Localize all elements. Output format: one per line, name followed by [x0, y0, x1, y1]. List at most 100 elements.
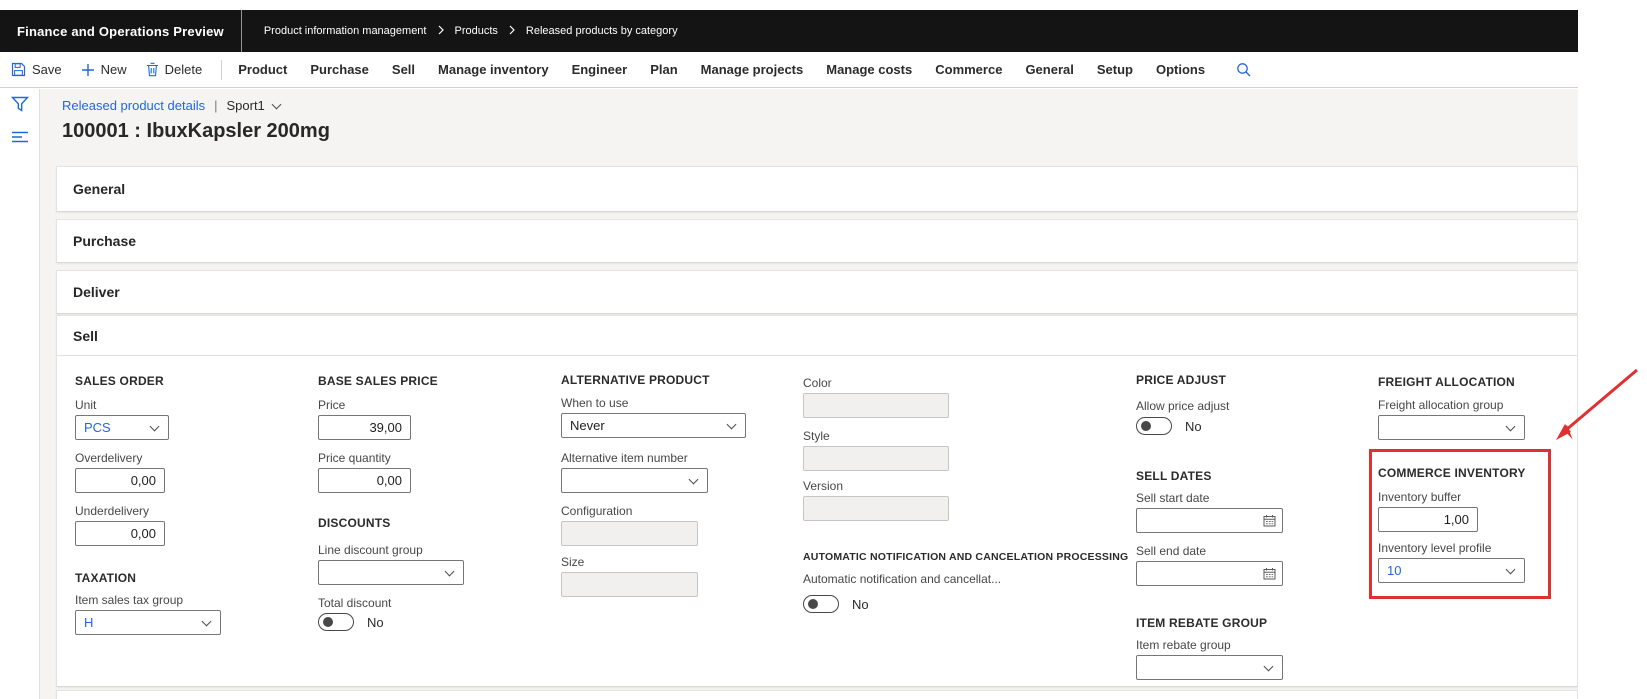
- when-to-use-combobox[interactable]: Never: [561, 413, 746, 438]
- when-to-use-field: When to use Never: [561, 397, 746, 438]
- price-label: Price: [318, 398, 346, 412]
- command-bar-divider: [221, 59, 223, 80]
- app-window: Finance and Operations Preview Product i…: [0, 10, 1578, 699]
- inventory-level-profile-label: Inventory level profile: [1378, 541, 1492, 555]
- sell-start-date-input[interactable]: [1136, 508, 1283, 533]
- allow-price-adjust-value: No: [1185, 418, 1202, 434]
- group-title-item-rebate-group: ITEM REBATE GROUP: [1136, 616, 1268, 630]
- fasttab-purchase[interactable]: Purchase: [56, 219, 1578, 263]
- fasttab-purchase-title: Purchase: [73, 233, 137, 249]
- item-sales-tax-group-label: Item sales tax group: [75, 593, 184, 607]
- tab-sell[interactable]: Sell: [392, 62, 415, 77]
- sell-end-date-input[interactable]: [1136, 561, 1283, 586]
- breadcrumb: Product information management Products …: [264, 25, 678, 38]
- tab-manage-costs[interactable]: Manage costs: [826, 62, 912, 77]
- inventory-level-profile-field: Inventory level profile 10: [1378, 542, 1525, 583]
- tab-plan[interactable]: Plan: [650, 62, 677, 77]
- color-field: Color: [803, 377, 949, 418]
- version-field: Version: [803, 480, 949, 521]
- freight-allocation-group-field: Freight allocation group: [1378, 399, 1525, 440]
- chevron-down-icon: [1505, 421, 1516, 432]
- item-rebate-group-field: Item rebate group: [1136, 639, 1283, 680]
- calendar-icon[interactable]: [1263, 514, 1276, 530]
- app-title[interactable]: Finance and Operations Preview: [0, 24, 241, 39]
- page-title: 100001 : IbuxKapsler 200mg: [62, 120, 330, 142]
- fasttab-deliver-title: Deliver: [73, 284, 120, 300]
- fasttab-next-partial[interactable]: [56, 690, 1578, 699]
- fasttab-deliver[interactable]: Deliver: [56, 270, 1578, 314]
- group-title-auto-notification: AUTOMATIC NOTIFICATION AND CANCELATION P…: [803, 551, 1129, 563]
- tab-manage-inventory[interactable]: Manage inventory: [438, 62, 549, 77]
- breadcrumb-item-page[interactable]: Released products by category: [526, 25, 678, 37]
- unit-combobox[interactable]: PCS: [75, 415, 169, 440]
- trash-icon: [146, 62, 159, 77]
- price-input[interactable]: 39,00: [318, 415, 411, 440]
- style-label: Style: [803, 429, 830, 443]
- allow-price-adjust-toggle[interactable]: [1136, 417, 1172, 435]
- price-quantity-input[interactable]: 0,00: [318, 468, 411, 493]
- inventory-buffer-label: Inventory buffer: [1378, 490, 1462, 504]
- command-bar: Save New Delete Product Purchase Sell Ma…: [0, 52, 1578, 88]
- delete-button[interactable]: Delete: [146, 62, 202, 77]
- group-title-discounts: DISCOUNTS: [318, 516, 391, 530]
- tab-commerce[interactable]: Commerce: [935, 62, 1002, 77]
- price-quantity-label: Price quantity: [318, 451, 391, 465]
- tab-general[interactable]: General: [1025, 62, 1073, 77]
- tab-setup[interactable]: Setup: [1097, 62, 1133, 77]
- tab-manage-projects[interactable]: Manage projects: [701, 62, 804, 77]
- form-caption-link[interactable]: Released product details: [62, 98, 205, 113]
- line-discount-group-combobox[interactable]: [318, 560, 464, 585]
- tab-engineer[interactable]: Engineer: [572, 62, 628, 77]
- tab-purchase[interactable]: Purchase: [310, 62, 369, 77]
- group-title-sales-order: SALES ORDER: [75, 374, 164, 388]
- inventory-buffer-input[interactable]: 1,00: [1378, 507, 1478, 532]
- new-button[interactable]: New: [81, 62, 127, 77]
- allow-price-adjust-toggle-row: No: [1136, 417, 1202, 435]
- tab-product[interactable]: Product: [238, 62, 287, 77]
- app-bar: Finance and Operations Preview Product i…: [0, 10, 1578, 52]
- record-selector[interactable]: Sport1: [226, 98, 282, 113]
- overdelivery-input[interactable]: 0,00: [75, 468, 165, 493]
- chevron-down-icon: [201, 616, 212, 627]
- item-rebate-group-combobox[interactable]: [1136, 655, 1283, 680]
- color-label: Color: [803, 376, 832, 390]
- filter-icon[interactable]: [10, 96, 30, 118]
- sell-end-date-field: Sell end date: [1136, 545, 1283, 586]
- auto-notification-toggle[interactable]: [803, 595, 839, 613]
- underdelivery-field: Underdelivery 0,00: [75, 505, 165, 546]
- chevron-down-icon: [688, 474, 699, 485]
- plus-icon: [81, 63, 95, 77]
- chevron-right-icon: [438, 25, 444, 38]
- underdelivery-input[interactable]: 0,00: [75, 521, 165, 546]
- configuration-field: Configuration: [561, 505, 698, 546]
- save-button[interactable]: Save: [11, 62, 62, 77]
- fasttab-general-title: General: [73, 181, 126, 197]
- breadcrumb-item-module[interactable]: Product information management: [264, 25, 427, 37]
- overdelivery-label: Overdelivery: [75, 451, 143, 465]
- chevron-down-icon: [149, 421, 160, 432]
- calendar-icon[interactable]: [1263, 567, 1276, 583]
- freight-allocation-group-combobox[interactable]: [1378, 415, 1525, 440]
- size-input: [561, 572, 698, 597]
- page-content: Released product details | Sport1 100001…: [0, 89, 1578, 699]
- search-icon[interactable]: [1236, 62, 1252, 78]
- total-discount-toggle[interactable]: [318, 613, 354, 631]
- version-label: Version: [803, 479, 844, 493]
- fasttab-sell-title[interactable]: Sell: [57, 316, 1577, 356]
- item-sales-tax-group-combobox[interactable]: H: [75, 610, 221, 635]
- menu-expand-icon[interactable]: [11, 130, 29, 148]
- version-input: [803, 496, 949, 521]
- alternative-item-number-combobox[interactable]: [561, 468, 708, 493]
- tab-options[interactable]: Options: [1156, 62, 1205, 77]
- sell-start-date-field: Sell start date: [1136, 492, 1283, 533]
- inventory-level-profile-combobox[interactable]: 10: [1378, 558, 1525, 583]
- breadcrumb-item-area[interactable]: Products: [455, 25, 498, 37]
- chevron-down-icon: [726, 419, 737, 430]
- total-discount-value: No: [367, 614, 384, 630]
- page-caption: Released product details | Sport1: [62, 98, 282, 113]
- line-discount-group-label: Line discount group: [318, 543, 423, 557]
- new-label: New: [100, 62, 127, 77]
- fasttab-general[interactable]: General: [56, 166, 1578, 212]
- style-field: Style: [803, 430, 949, 471]
- group-title-base-sales-price: BASE SALES PRICE: [318, 374, 438, 388]
